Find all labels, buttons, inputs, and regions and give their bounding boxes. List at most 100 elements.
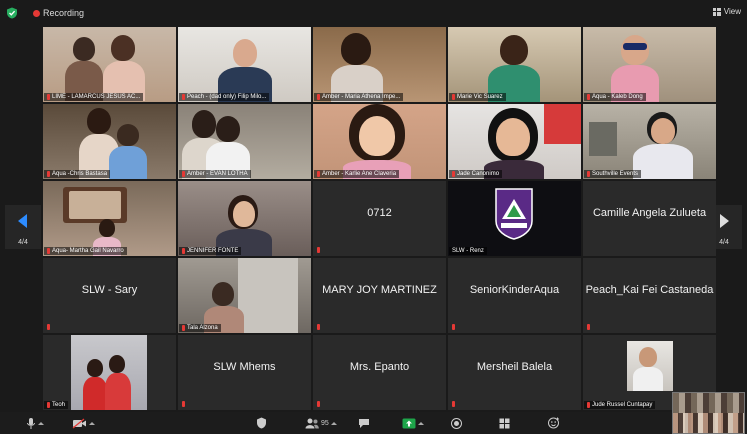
participant-name: SLW - Sary [81,284,138,296]
recording-dot-icon [33,10,40,17]
share-screen-icon [402,418,416,428]
mic-muted-icon [452,94,455,100]
participant-video [178,181,311,256]
participant-tile[interactable]: JENNIFER FONTE [178,181,311,256]
record-button[interactable] [451,416,462,430]
participant-tile[interactable]: SLW - Renz [448,181,581,256]
reactions-button[interactable] [548,416,560,430]
mic-muted-icon [182,325,185,331]
participant-video [313,27,446,102]
participant-tile[interactable]: Camille Angela Zulueta [583,181,716,256]
mic-muted-icon [452,171,455,177]
participant-tile[interactable]: SLW - Sary [43,258,176,333]
participant-tile[interactable]: Mersheil Balela [448,335,581,410]
participant-tile[interactable]: Amber - Karlie Ane Claveria [313,104,446,179]
participant-name: 0712 [367,207,392,219]
participant-video [178,27,311,102]
chevron-up-icon [89,421,95,425]
participant-tile[interactable]: SLW Mhems [178,335,311,410]
breakout-rooms-button[interactable] [499,416,510,430]
participant-name: Southville Events [584,170,642,178]
stop-video-button[interactable] [72,416,95,430]
mic-muted-icon [317,324,320,330]
top-bar: Recording View [0,0,747,26]
participant-name: Jude Russel Cuntapay [584,401,656,409]
participant-video [448,27,581,102]
participant-tile[interactable]: MARY JOY MARTINEZ [313,258,446,333]
chevron-up-icon [330,421,337,425]
security-shield-icon [257,417,266,429]
participant-tile[interactable]: Aqua- Martha Gail Navarro [43,181,176,256]
participant-video [43,27,176,102]
participant-name: Peach_Kai Fei Castaneda [585,284,714,296]
participant-name: Amber - EVAN LOTHA [179,170,251,178]
participant-video [448,104,581,179]
mic-muted-icon [182,171,185,177]
participant-tile[interactable]: Marie Vic Suarez [448,27,581,102]
mic-muted-icon [182,94,185,100]
participant-tile[interactable]: SeniorKinderAqua [448,258,581,333]
participant-tile[interactable]: LIME - LAMARCUS JESUS AC... [43,27,176,102]
mic-muted-icon [182,401,185,407]
participant-video [448,181,581,256]
gallery-grid: LIME - LAMARCUS JESUS AC... Peach - (dad… [43,27,718,410]
participant-tile[interactable]: 0712 [313,181,446,256]
view-button[interactable]: View [712,7,741,16]
participant-tile[interactable]: Amber - Maria Athena Impe... [313,27,446,102]
mic-muted-icon [452,401,455,407]
participant-tile[interactable]: Peach - (dad only) Filip Milo... [178,27,311,102]
participant-name: Mrs. Epanto [349,361,410,373]
participant-tile[interactable]: Teoh [43,335,176,410]
arrow-right-icon [720,214,729,228]
participant-tile[interactable]: Aqua -Chris Bastasa [43,104,176,179]
participant-video [43,104,176,179]
participants-button[interactable]: 95 [305,416,337,430]
mic-muted-icon [317,171,320,177]
participant-name: MARY JOY MARTINEZ [322,284,437,296]
security-button[interactable] [256,416,267,430]
participant-name: Camille Angela Zulueta [592,207,707,219]
mic-muted-icon [587,94,590,100]
participant-tile[interactable]: Mrs. Epanto [313,335,446,410]
mic-muted-icon [47,402,50,408]
participant-tile[interactable]: Peach_Kai Fei Castaneda [583,258,716,333]
chat-button[interactable] [358,416,370,430]
mic-muted-icon [47,94,50,100]
participant-video [43,181,176,256]
mic-muted-icon [317,94,320,100]
reactions-icon [548,417,559,429]
participant-name: Aqua- Martha Gail Navarro [44,247,127,255]
share-screen-button[interactable] [402,416,424,430]
participant-tile[interactable]: Southville Events [583,104,716,179]
participant-tile[interactable]: Amber - EVAN LOTHA [178,104,311,179]
meeting-toolbar: 95 [0,412,747,434]
participant-tile[interactable]: Jade Canonimo [448,104,581,179]
participants-count: 95 [321,419,329,427]
view-label: View [723,7,741,16]
previous-page-button[interactable]: 4/4 [5,205,41,249]
mic-muted-icon [47,171,50,177]
shield-icon[interactable] [6,7,18,19]
mic-muted-icon [587,171,590,177]
participant-name: SLW Mhems [213,361,276,373]
participant-name: JENNIFER FONTE [179,247,242,255]
participant-name: Tala Alzona [179,324,221,332]
participant-video [583,27,716,102]
participant-tile[interactable]: Tala Alzona [178,258,311,333]
self-view-thumbnail[interactable] [672,392,745,434]
participant-video [43,335,176,410]
participant-tile[interactable]: Aqua - Kaleb Dong [583,27,716,102]
grid-view-icon [712,7,721,16]
mute-button[interactable] [26,416,44,430]
participant-video [178,258,311,333]
participant-name: SeniorKinderAqua [469,284,560,296]
chevron-up-icon [38,421,44,425]
participants-icon [305,418,319,428]
participant-name: Teoh [44,401,69,409]
participant-video [313,104,446,179]
participant-name: Aqua -Chris Bastasa [44,170,111,178]
participant-video [178,104,311,179]
mic-muted-icon [317,401,320,407]
participant-name: Amber - Karlie Ane Claveria [314,170,400,178]
mic-muted-icon [587,402,590,408]
